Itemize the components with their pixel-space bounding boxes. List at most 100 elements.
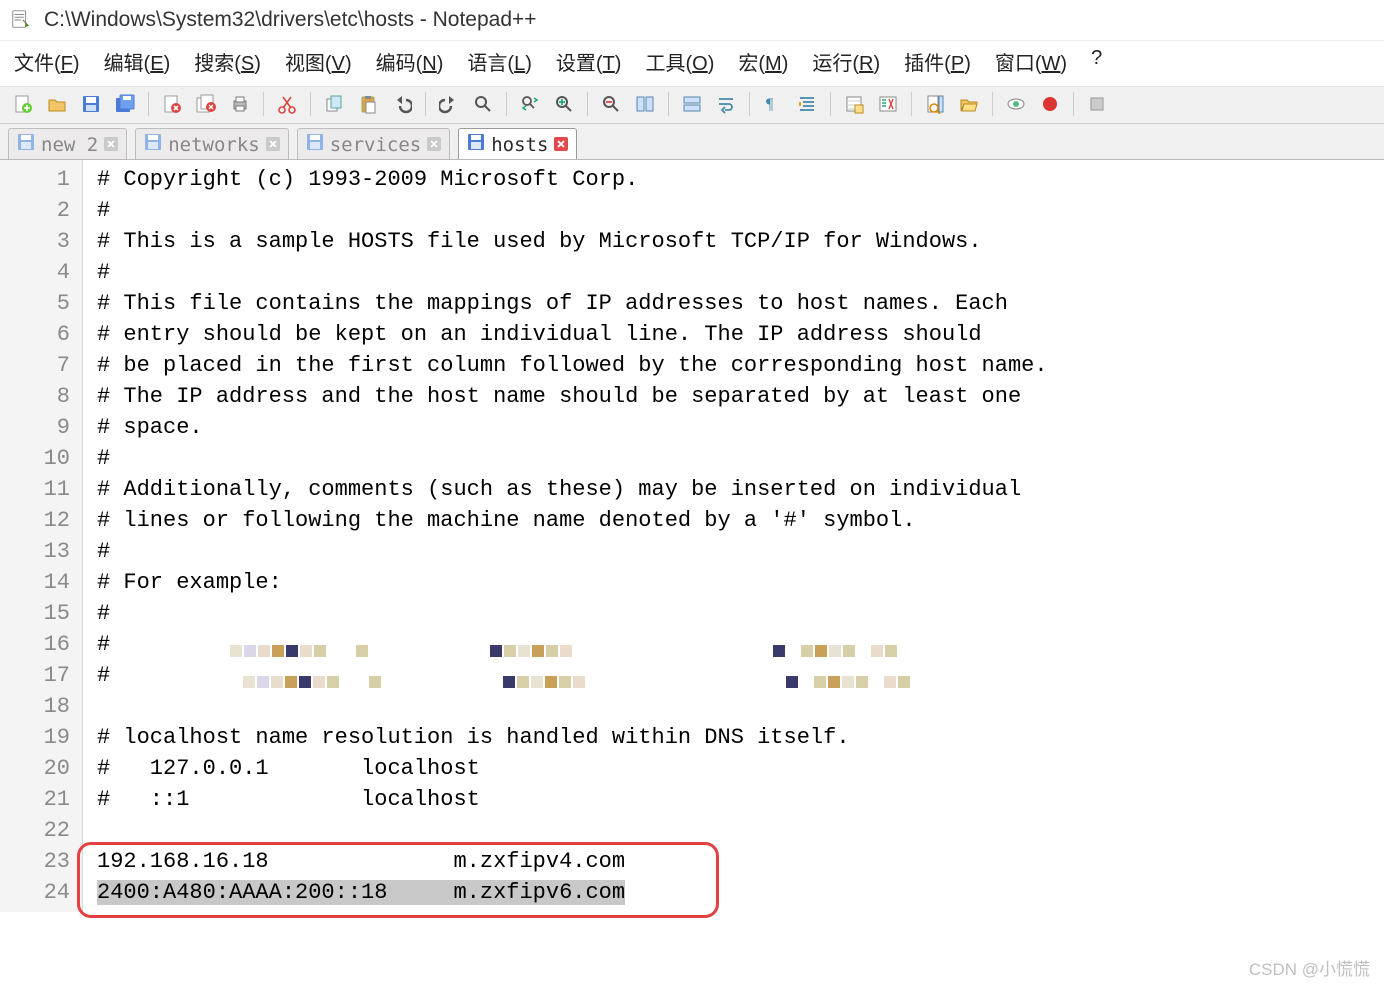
code-line-5[interactable]: # This file contains the mappings of IP … [97, 288, 1384, 319]
menu-item-4[interactable]: 编码(N) [376, 47, 444, 76]
toolbar-separator [992, 92, 993, 116]
monitor-icon[interactable] [1003, 91, 1029, 117]
toolbar-separator [506, 92, 507, 116]
zoom-in-icon[interactable] [551, 91, 577, 117]
menu-item-6[interactable]: 设置(T) [556, 47, 622, 76]
toolbar-separator [425, 92, 426, 116]
tab-networks[interactable]: networks [135, 128, 289, 159]
indent-guide-icon[interactable] [794, 91, 820, 117]
menu-item-8[interactable]: 宏(M) [738, 47, 788, 76]
tab-label: hosts [491, 134, 548, 156]
close-all-icon[interactable] [193, 91, 219, 117]
toolbar-separator [587, 92, 588, 116]
menu-item-2[interactable]: 搜索(S) [194, 47, 261, 76]
show-all-chars-icon[interactable]: ¶ [760, 91, 786, 117]
folder-open-icon[interactable] [956, 91, 982, 117]
menu-item-12[interactable]: ? [1091, 47, 1102, 76]
code-line-19[interactable]: # localhost name resolution is handled w… [97, 722, 1384, 753]
tab-label: new 2 [41, 134, 98, 156]
svg-text:¶: ¶ [766, 96, 774, 113]
save-state-icon [17, 133, 35, 156]
zoom-out-icon[interactable] [598, 91, 624, 117]
undo-icon[interactable] [389, 91, 415, 117]
copy-icon[interactable] [321, 91, 347, 117]
editor-area[interactable]: 123456789101112131415161718192021222324 … [0, 160, 1384, 912]
menu-item-5[interactable]: 语言(L) [467, 47, 531, 76]
close-icon[interactable] [554, 134, 568, 156]
close-file-icon[interactable] [159, 91, 185, 117]
code-line-7[interactable]: # be placed in the first column followed… [97, 350, 1384, 381]
redo-icon[interactable] [436, 91, 462, 117]
code-line-15[interactable]: # [97, 598, 1384, 629]
stop-icon[interactable] [1084, 91, 1110, 117]
code-line-8[interactable]: # The IP address and the host name shoul… [97, 381, 1384, 412]
print-icon[interactable] [227, 91, 253, 117]
line-number-gutter: 123456789101112131415161718192021222324 [0, 160, 83, 912]
code-line-1[interactable]: # Copyright (c) 1993-2009 Microsoft Corp… [97, 164, 1384, 195]
toolbar-separator [148, 92, 149, 116]
tab-bar: new 2 networks services hosts [0, 124, 1384, 160]
menu-item-11[interactable]: 窗口(W) [995, 47, 1067, 76]
toolbar-separator [749, 92, 750, 116]
watermark-text: CSDN @小慌慌 [1249, 955, 1370, 980]
new-file-icon[interactable] [10, 91, 36, 117]
code-line-24[interactable]: 2400:A480:AAAA:200::18 m.zxfipv6.com [97, 877, 1384, 908]
title-bar: C:\Windows\System32\drivers\etc\hosts - … [0, 0, 1384, 41]
folder-icon[interactable] [841, 91, 867, 117]
sync-h-icon[interactable] [679, 91, 705, 117]
menu-item-3[interactable]: 视图(V) [285, 47, 352, 76]
tab-services[interactable]: services [297, 128, 451, 159]
menu-item-1[interactable]: 编辑(E) [104, 47, 171, 76]
code-line-6[interactable]: # entry should be kept on an individual … [97, 319, 1384, 350]
toolbar-separator [911, 92, 912, 116]
toolbar: ¶ [0, 86, 1384, 124]
wrap-icon[interactable] [713, 91, 739, 117]
code-line-9[interactable]: # space. [97, 412, 1384, 443]
code-line-12[interactable]: # lines or following the machine name de… [97, 505, 1384, 536]
toolbar-separator [263, 92, 264, 116]
code-line-4[interactable]: # [97, 257, 1384, 288]
replace-icon[interactable] [517, 91, 543, 117]
open-file-icon[interactable] [44, 91, 70, 117]
tab-new-2[interactable]: new 2 [8, 128, 127, 159]
menu-item-7[interactable]: 工具(O) [645, 47, 714, 76]
tab-label: services [330, 134, 422, 156]
code-line-3[interactable]: # This is a sample HOSTS file used by Mi… [97, 226, 1384, 257]
save-all-icon[interactable] [112, 91, 138, 117]
cut-icon[interactable] [274, 91, 300, 117]
code-line-23[interactable]: 192.168.16.18 m.zxfipv4.com [97, 846, 1384, 877]
code-line-22[interactable] [97, 815, 1384, 846]
function-list-icon[interactable] [875, 91, 901, 117]
sync-v-icon[interactable] [632, 91, 658, 117]
code-line-18[interactable] [97, 691, 1384, 722]
save-state-icon [144, 133, 162, 156]
paste-icon[interactable] [355, 91, 381, 117]
close-icon[interactable] [427, 134, 441, 156]
close-icon[interactable] [104, 134, 118, 156]
code-line-17[interactable]: # [97, 660, 1384, 691]
save-state-icon [306, 133, 324, 156]
tab-hosts[interactable]: hosts [458, 128, 577, 159]
code-line-2[interactable]: # [97, 195, 1384, 226]
find-icon[interactable] [470, 91, 496, 117]
code-line-10[interactable]: # [97, 443, 1384, 474]
code-line-14[interactable]: # For example: [97, 567, 1384, 598]
window-title: C:\Windows\System32\drivers\etc\hosts - … [44, 8, 537, 32]
menu-item-9[interactable]: 运行(R) [812, 47, 880, 76]
doc-map-icon[interactable] [922, 91, 948, 117]
code-line-13[interactable]: # [97, 536, 1384, 567]
code-line-11[interactable]: # Additionally, comments (such as these)… [97, 474, 1384, 505]
toolbar-separator [1073, 92, 1074, 116]
toolbar-separator [668, 92, 669, 116]
app-icon [10, 9, 32, 31]
menu-item-0[interactable]: 文件(F) [14, 47, 80, 76]
code-line-20[interactable]: # 127.0.0.1 localhost [97, 753, 1384, 784]
menu-item-10[interactable]: 插件(P) [904, 47, 971, 76]
code-content[interactable]: # Copyright (c) 1993-2009 Microsoft Corp… [83, 160, 1384, 912]
save-icon[interactable] [78, 91, 104, 117]
menu-bar: 文件(F) 编辑(E) 搜索(S) 视图(V) 编码(N) 语言(L) 设置(T) 工具(O)… [0, 41, 1384, 86]
code-line-16[interactable]: # [97, 629, 1384, 660]
record-icon[interactable] [1037, 91, 1063, 117]
code-line-21[interactable]: # ::1 localhost [97, 784, 1384, 815]
close-icon[interactable] [266, 134, 280, 156]
